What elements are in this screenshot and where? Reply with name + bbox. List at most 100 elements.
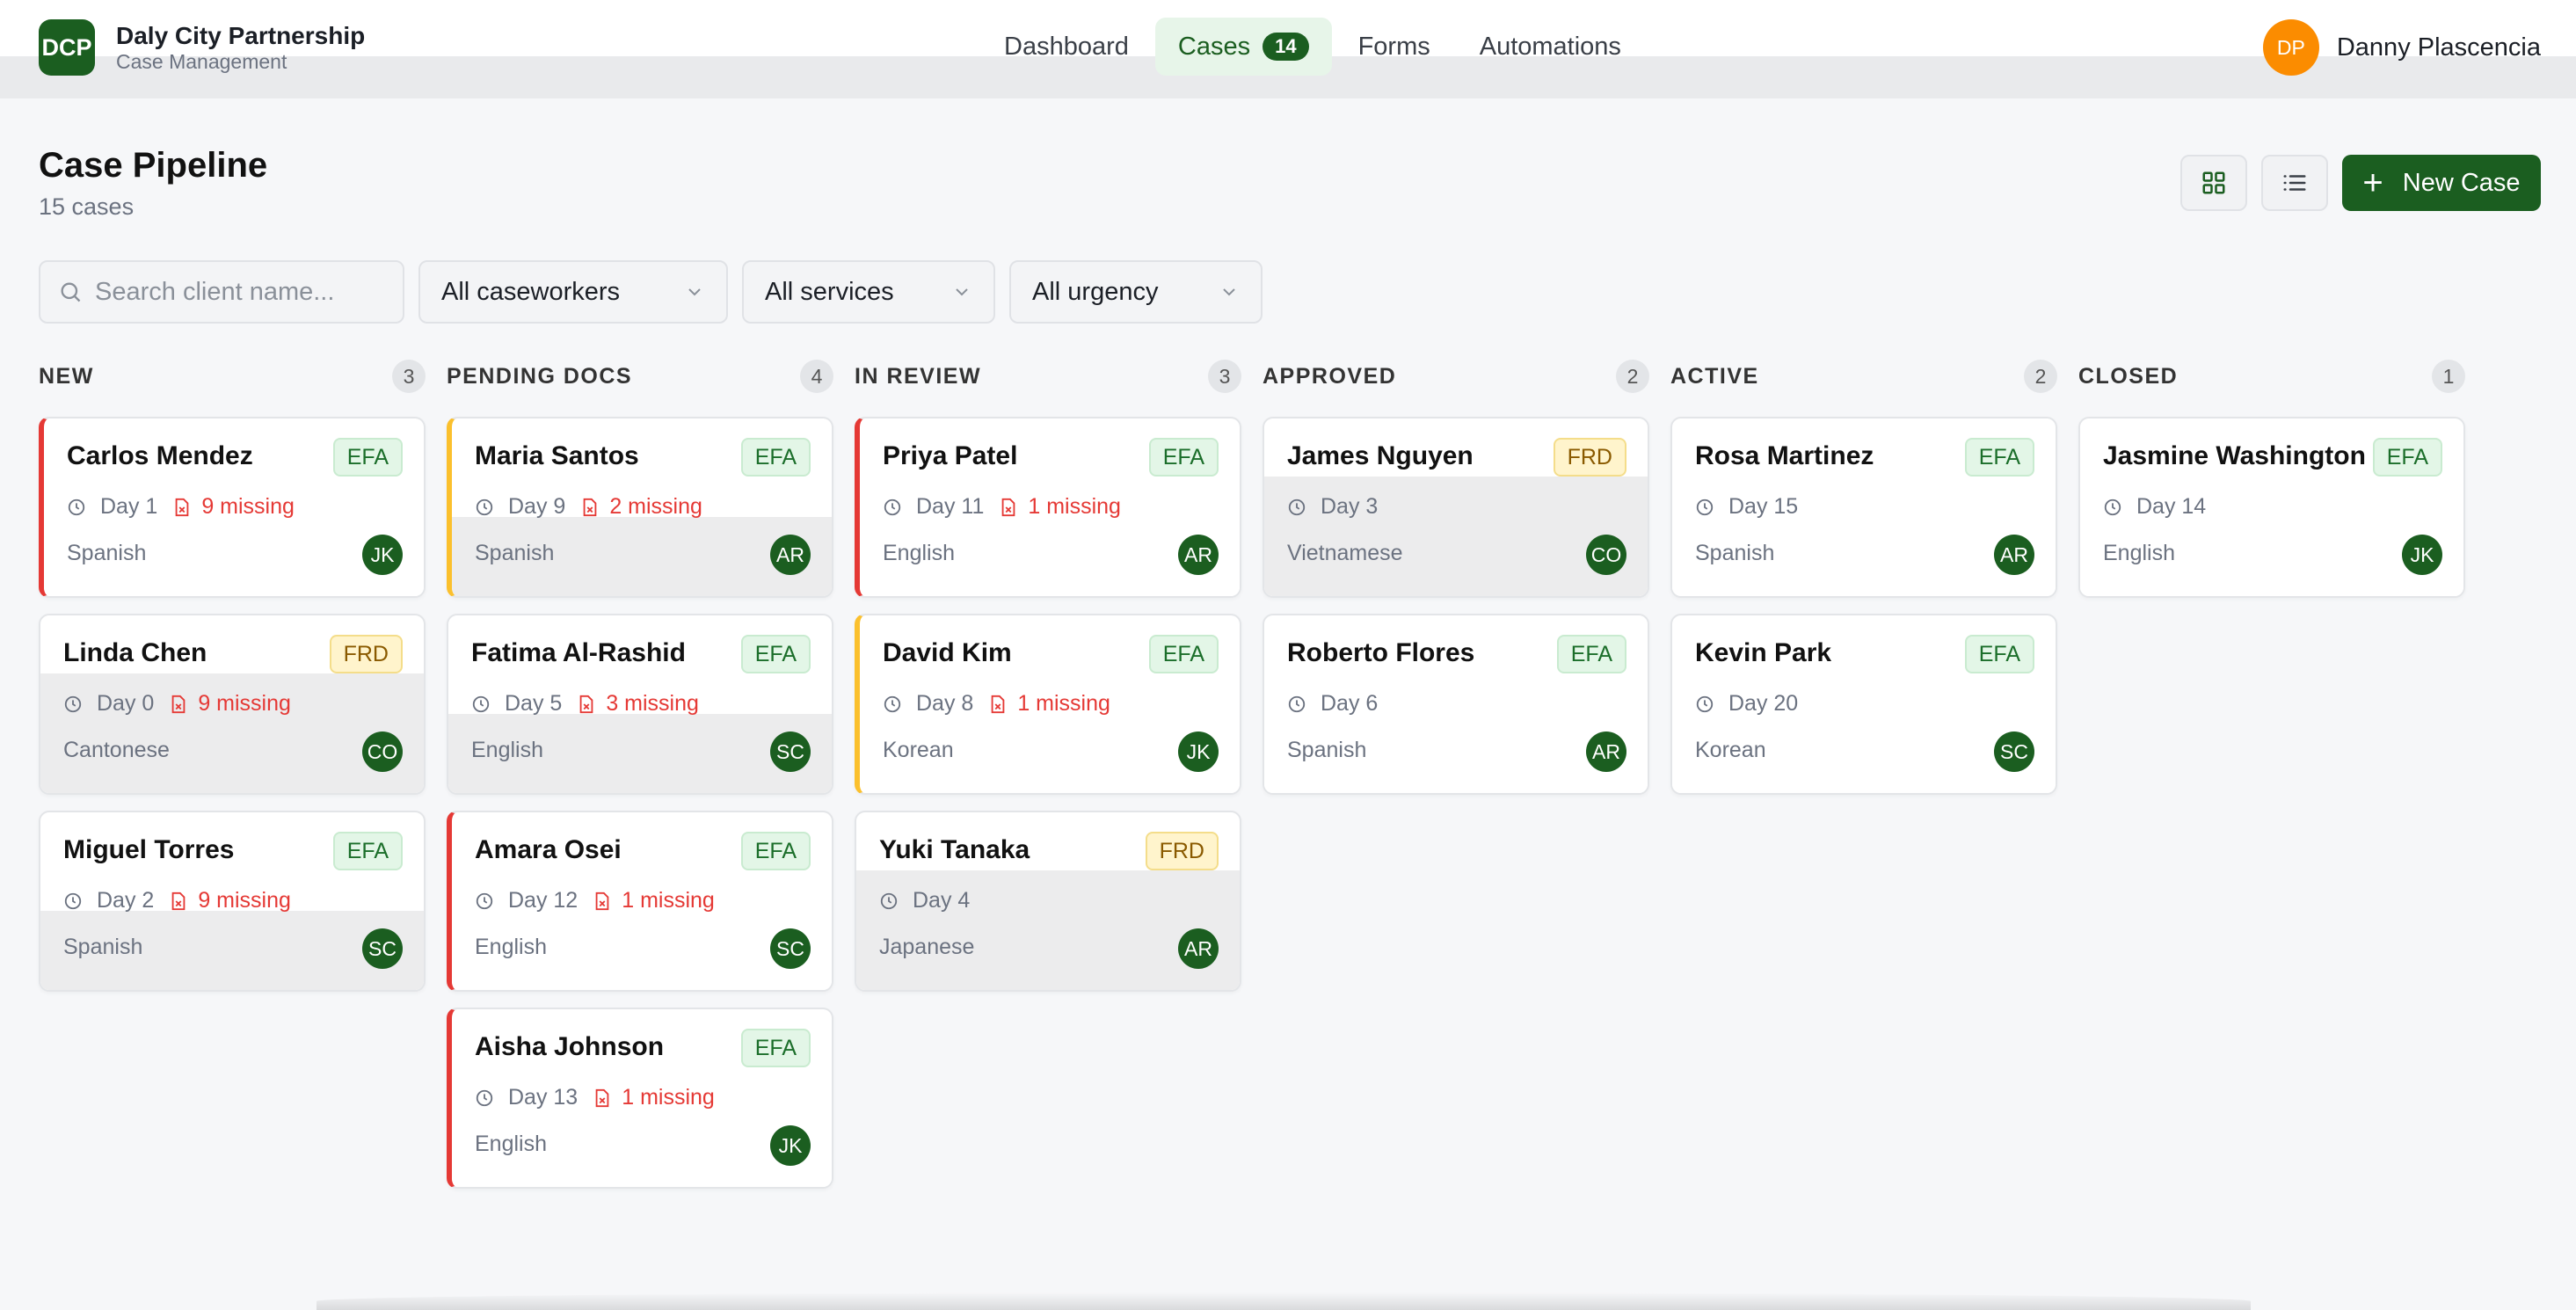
- main-nav: Dashboard Cases 14 Forms Automations: [981, 18, 1648, 76]
- client-language: Cantonese: [63, 738, 170, 762]
- column-active: ACTIVE 2 Rosa Martinez EFA Day 15 Spanish AR K…: [1670, 355, 2057, 1204]
- clock-icon: [476, 1089, 493, 1106]
- case-meta: Day 14: [2103, 494, 2206, 520]
- grid-view-button[interactable]: [2180, 155, 2247, 211]
- caseworker-avatar[interactable]: JK: [362, 535, 403, 575]
- caseworker-filter[interactable]: All caseworkers: [418, 260, 728, 324]
- column-title: CLOSED: [2078, 363, 2179, 389]
- caseworker-avatar[interactable]: AR: [770, 535, 811, 575]
- clock-icon: [64, 695, 82, 712]
- client-name: Rosa Martinez: [1695, 441, 1874, 470]
- clock-icon: [472, 695, 490, 712]
- filter-bar: Search client name... All caseworkers Al…: [39, 260, 1277, 324]
- client-language: English: [475, 1132, 547, 1156]
- urgency-filter[interactable]: All urgency: [1009, 260, 1263, 324]
- nav-forms[interactable]: Forms: [1335, 18, 1453, 76]
- case-card[interactable]: Fatima Al-Rashid EFA Day 5 3 missing English…: [447, 614, 833, 795]
- caseworker-avatar[interactable]: SC: [770, 928, 811, 969]
- brand[interactable]: DCP Daly City Partnership Case Managemen…: [39, 19, 365, 76]
- service-badge: EFA: [1964, 635, 2034, 673]
- column-in-review: IN REVIEW 3 Priya Patel EFA Day 11 1 missing…: [855, 355, 1241, 1204]
- page-title: Case Pipeline: [39, 146, 268, 185]
- nav-automations[interactable]: Automations: [1457, 18, 1644, 76]
- nav-forms-label: Forms: [1357, 32, 1430, 61]
- case-card[interactable]: Priya Patel EFA Day 11 1 missing English AR: [855, 417, 1241, 598]
- caseworker-avatar[interactable]: AR: [1586, 731, 1626, 772]
- caseworker-avatar[interactable]: SC: [1994, 731, 2034, 772]
- caseworker-avatar[interactable]: CO: [1586, 535, 1626, 575]
- missing-docs-count: 9 missing: [198, 888, 291, 913]
- service-badge: EFA: [740, 1029, 811, 1067]
- client-name: Miguel Torres: [63, 835, 235, 864]
- caseworker-avatar[interactable]: JK: [770, 1125, 811, 1166]
- case-day: Day 0: [97, 691, 155, 716]
- case-card[interactable]: Yuki Tanaka FRD Day 4 Japanese AR: [855, 811, 1241, 992]
- client-language: English: [471, 738, 543, 762]
- case-card[interactable]: Kevin Park EFA Day 20 Korean SC: [1670, 614, 2057, 795]
- list-view-button[interactable]: [2261, 155, 2328, 211]
- case-day: Day 11: [916, 494, 985, 519]
- cases-count-badge: 14: [1263, 33, 1309, 61]
- case-meta: Day 9 2 missing: [475, 494, 702, 520]
- missing-docs-count: 1 missing: [622, 1085, 715, 1110]
- search-input[interactable]: Search client name...: [39, 260, 404, 324]
- case-card[interactable]: Linda Chen FRD Day 0 9 missing Cantonese CO: [39, 614, 426, 795]
- case-card[interactable]: David Kim EFA Day 8 1 missing Korean JK: [855, 614, 1241, 795]
- case-count: 15 cases: [39, 193, 135, 220]
- case-card[interactable]: Aisha Johnson EFA Day 13 1 missing English JK: [447, 1008, 833, 1189]
- case-card[interactable]: Roberto Flores EFA Day 6 Spanish AR: [1263, 614, 1649, 795]
- caseworker-avatar[interactable]: JK: [1178, 731, 1219, 772]
- column-count: 2: [1616, 360, 1649, 393]
- column-count: 4: [800, 360, 833, 393]
- client-language: Spanish: [475, 541, 555, 565]
- chevron-down-icon: [956, 288, 968, 296]
- caseworker-avatar[interactable]: AR: [1178, 928, 1219, 969]
- case-card[interactable]: Amara Osei EFA Day 12 1 missing English SC: [447, 811, 833, 992]
- client-name: David Kim: [883, 638, 1012, 667]
- nav-cases[interactable]: Cases 14: [1154, 18, 1332, 76]
- client-name: Linda Chen: [63, 638, 207, 667]
- missing-docs: 9 missing: [173, 494, 295, 520]
- caseworker-avatar[interactable]: SC: [362, 928, 403, 969]
- user-menu[interactable]: DP Danny Plascencia: [2262, 19, 2541, 76]
- case-day: Day 6: [1321, 691, 1379, 716]
- service-badge: EFA: [1148, 635, 1219, 673]
- missing-docs: 1 missing: [989, 691, 1110, 717]
- service-badge: FRD: [329, 635, 403, 673]
- caseworker-avatar[interactable]: AR: [1994, 535, 2034, 575]
- search-icon: [61, 282, 81, 302]
- service-filter[interactable]: All services: [742, 260, 995, 324]
- case-meta: Day 13 1 missing: [475, 1085, 715, 1110]
- case-card[interactable]: James Nguyen FRD Day 3 Vietnamese CO: [1263, 417, 1649, 598]
- case-meta: Day 0 9 missing: [63, 691, 291, 717]
- plus-icon: +: [2362, 164, 2383, 202]
- clock-icon: [880, 892, 898, 909]
- case-card[interactable]: Rosa Martinez EFA Day 15 Spanish AR: [1670, 417, 2057, 598]
- nav-dashboard[interactable]: Dashboard: [981, 18, 1152, 76]
- missing-document-icon: [583, 498, 597, 516]
- client-language: English: [475, 935, 547, 959]
- service-badge: EFA: [740, 832, 811, 870]
- chevron-down-icon: [688, 288, 701, 296]
- caseworker-avatar[interactable]: CO: [362, 731, 403, 772]
- case-card[interactable]: Maria Santos EFA Day 9 2 missing Spanish AR: [447, 417, 833, 598]
- caseworker-avatar[interactable]: JK: [2402, 535, 2442, 575]
- nav-automations-label: Automations: [1479, 32, 1621, 61]
- caseworker-avatar[interactable]: AR: [1178, 535, 1219, 575]
- missing-docs-count: 1 missing: [1028, 494, 1121, 519]
- caseworker-avatar[interactable]: SC: [770, 731, 811, 772]
- column-count: 2: [2024, 360, 2057, 393]
- missing-document-icon: [595, 1088, 609, 1107]
- case-card[interactable]: Jasmine Washington EFA Day 14 English JK: [2078, 417, 2465, 598]
- client-name: Roberto Flores: [1287, 638, 1475, 667]
- service-filter-value: All services: [765, 277, 894, 306]
- case-card[interactable]: Miguel Torres EFA Day 2 9 missing Spanish SC: [39, 811, 426, 992]
- service-badge: EFA: [1556, 635, 1626, 673]
- case-day: Day 12: [508, 888, 579, 913]
- case-card[interactable]: Carlos Mendez EFA Day 1 9 missing Spanish JK: [39, 417, 426, 598]
- missing-docs: 1 missing: [593, 888, 715, 913]
- new-case-button[interactable]: + New Case: [2342, 155, 2541, 211]
- column-title: PENDING DOCS: [447, 363, 633, 389]
- column-title: ACTIVE: [1670, 363, 1759, 389]
- client-name: Carlos Mendez: [67, 441, 253, 470]
